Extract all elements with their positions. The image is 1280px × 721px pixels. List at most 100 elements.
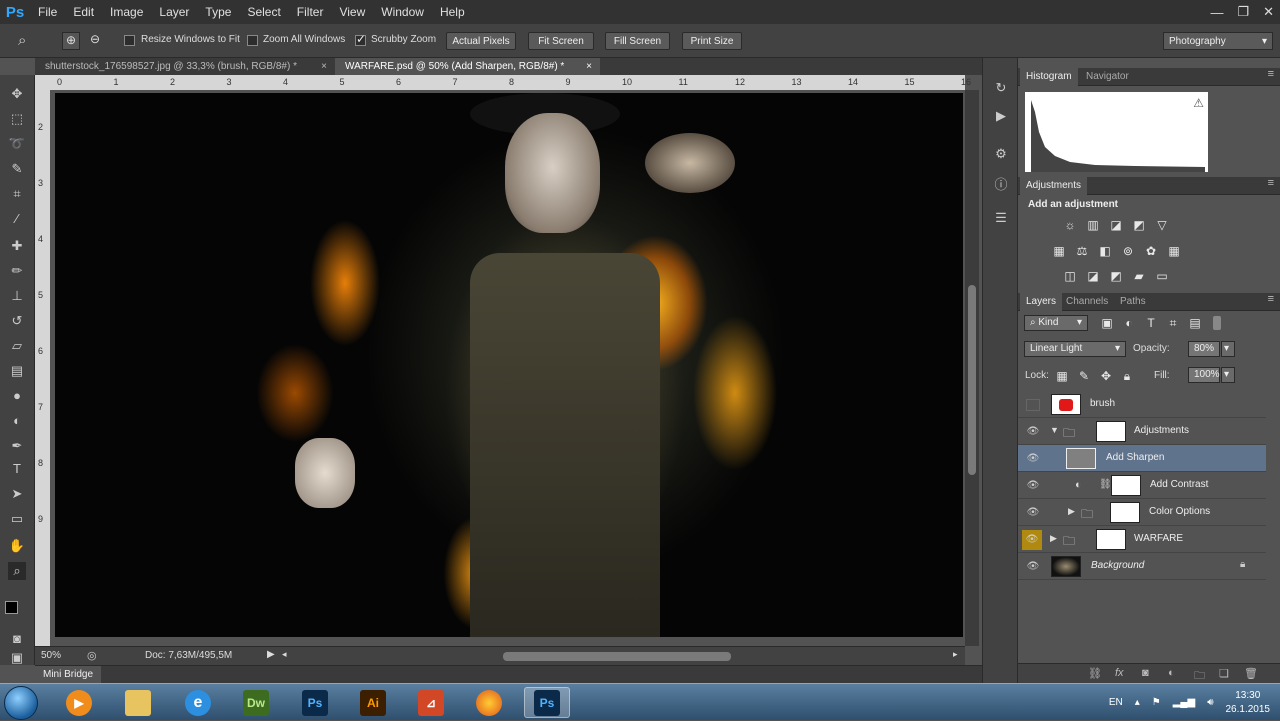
eye-icon[interactable]: 👁︎ <box>1022 530 1042 550</box>
blur-tool-icon[interactable]: ● <box>8 387 26 405</box>
fit-screen-button[interactable]: Fit Screen <box>528 32 594 50</box>
zoom-out-icon[interactable]: ⊖ <box>86 32 104 50</box>
expand-arrow-icon[interactable]: ▶ <box>1068 506 1075 517</box>
levels-icon[interactable]: ▥ <box>1086 218 1100 232</box>
panel-menu-icon[interactable]: ≡ <box>1268 68 1274 80</box>
flag-icon[interactable]: ⚑ <box>1152 697 1161 708</box>
type-tool-icon[interactable]: T <box>8 460 26 478</box>
pen-tool-icon[interactable]: ✒ <box>8 437 26 455</box>
filter-adjustment-icon[interactable]: ◐ <box>1122 316 1136 330</box>
tab-warfare[interactable]: WARFARE.psd @ 50% (Add Sharpen, RGB/8#) … <box>335 58 600 75</box>
layer-row-selected[interactable]: 👁︎ Add Sharpen <box>1018 445 1266 472</box>
tab-histogram[interactable]: Histogram <box>1020 68 1078 86</box>
menu-select[interactable]: Select <box>239 0 288 24</box>
crop-tool-icon[interactable]: ⌗ <box>8 185 26 203</box>
lock-pixels-icon[interactable]: ✎ <box>1077 369 1091 383</box>
print-size-button[interactable]: Print Size <box>682 32 742 50</box>
start-button[interactable] <box>4 686 38 720</box>
tab-shutterstock[interactable]: shutterstock_176598527.jpg @ 33,3% (brus… <box>35 58 335 75</box>
eraser-tool-icon[interactable]: ▱ <box>8 337 26 355</box>
properties-panel-icon[interactable]: ⚙ <box>992 146 1010 164</box>
lasso-tool-icon[interactable]: ➰ <box>8 135 26 153</box>
screen-mode-icon[interactable]: ▣ <box>8 649 26 667</box>
scrubby-zoom-checkbox[interactable] <box>355 32 366 46</box>
color-balance-icon[interactable]: ⚖ <box>1075 244 1089 258</box>
quick-mask-icon[interactable]: ◙ <box>8 630 26 648</box>
filter-shape-icon[interactable]: ⌗ <box>1166 316 1180 330</box>
filter-toggle-switch[interactable] <box>1213 316 1221 330</box>
menu-file[interactable]: File <box>30 0 65 24</box>
layer-row[interactable]: 👁︎ ◐ ⛓︎ Add Contrast <box>1018 472 1266 499</box>
layer-name[interactable]: Color Options <box>1149 506 1210 517</box>
filter-type-icon[interactable]: T <box>1144 316 1158 330</box>
layer-name[interactable]: Add Sharpen <box>1106 452 1164 463</box>
share-icon[interactable]: ◎ <box>87 649 97 662</box>
layer-row[interactable]: 👁︎ ▶ 🗀︎ WARFARE <box>1018 526 1266 553</box>
link-layers-icon[interactable]: ⛓︎ <box>1088 667 1102 680</box>
menu-window[interactable]: Window <box>373 0 432 24</box>
brightness-icon[interactable]: ☼ <box>1063 218 1077 232</box>
zoom-level[interactable]: 50% <box>41 650 61 661</box>
gradient-tool-icon[interactable]: ▤ <box>8 362 26 380</box>
tab-navigator[interactable]: Navigator <box>1080 68 1135 86</box>
clock[interactable]: 13:30 26.1.2015 <box>1226 689 1271 717</box>
resize-windows-checkbox[interactable] <box>124 35 135 46</box>
history-brush-tool-icon[interactable]: ↺ <box>8 312 26 330</box>
add-mask-icon[interactable]: ◙ <box>1142 667 1149 679</box>
marquee-tool-icon[interactable]: ⬚ <box>8 110 26 128</box>
eye-icon[interactable]: 👁︎ <box>1026 561 1040 573</box>
eye-icon[interactable]: 👁︎ <box>1026 453 1040 465</box>
link-icon[interactable]: ⛓︎ <box>1099 479 1112 490</box>
photoshop-button[interactable]: Ps <box>292 687 338 718</box>
actions-panel-icon[interactable]: ▶ <box>992 108 1010 126</box>
close-icon[interactable]: × <box>321 58 327 75</box>
explorer-button[interactable] <box>115 687 161 718</box>
panel-menu-icon[interactable]: ≡ <box>1268 293 1274 305</box>
layer-name[interactable]: Background <box>1091 560 1144 571</box>
fill-screen-button[interactable]: Fill Screen <box>605 32 670 50</box>
zoom-in-icon[interactable]: ⊕ <box>62 32 80 50</box>
foreground-color-swatch[interactable] <box>5 601 18 614</box>
eye-icon[interactable]: 👁︎ <box>1026 480 1040 492</box>
layer-name[interactable]: WARFARE <box>1134 533 1183 544</box>
layer-row[interactable]: 👁︎ Background 🔒︎ <box>1018 553 1266 580</box>
eyedropper-tool-icon[interactable]: ⁄ <box>8 210 26 228</box>
dodge-tool-icon[interactable]: ◐ <box>8 412 26 430</box>
filter-smart-object-icon[interactable]: ▤ <box>1188 316 1202 330</box>
panel-menu-icon[interactable]: ≡ <box>1268 177 1274 189</box>
mini-bridge-tab[interactable]: Mini Bridge <box>35 666 102 683</box>
move-tool-icon[interactable]: ✥ <box>8 85 26 103</box>
layer-row[interactable]: brush <box>1018 391 1266 418</box>
rectangle-tool-icon[interactable]: ▭ <box>8 510 26 528</box>
layer-name[interactable]: Add Contrast <box>1150 479 1208 490</box>
lock-all-icon[interactable]: 🔒︎ <box>1120 369 1134 383</box>
warning-icon[interactable]: ⚠ <box>1193 96 1204 110</box>
filter-pixel-icon[interactable]: ▣ <box>1100 316 1114 330</box>
vertical-scrollbar[interactable] <box>965 90 979 646</box>
canvas-area[interactable] <box>50 90 965 646</box>
workspace-select[interactable]: Photography ▾ <box>1163 32 1273 50</box>
photoshop-active-button[interactable]: Ps <box>524 687 570 718</box>
network-icon[interactable]: ▂▄▆ <box>1173 697 1195 708</box>
trash-icon[interactable]: 🗑︎ <box>1244 667 1258 680</box>
media-player-button[interactable]: ▶ <box>56 687 102 718</box>
threshold-icon[interactable]: ◩ <box>1109 269 1123 283</box>
hue-saturation-icon[interactable]: ▦ <box>1052 244 1066 258</box>
eye-icon[interactable]: 👁︎ <box>1026 426 1040 438</box>
status-menu-arrow-icon[interactable]: ▶ <box>267 649 275 660</box>
vibrance-icon[interactable]: ▽ <box>1155 218 1169 232</box>
dreamweaver-button[interactable]: Dw <box>233 687 279 718</box>
layer-name[interactable]: Adjustments <box>1134 425 1189 436</box>
new-layer-icon[interactable]: ❏ <box>1219 667 1229 680</box>
menu-layer[interactable]: Layer <box>151 0 197 24</box>
posterize-icon[interactable]: ◪ <box>1086 269 1100 283</box>
layer-filter-select[interactable]: ⌕ Kind ▾ <box>1024 315 1088 331</box>
brush-tool-icon[interactable]: ✏ <box>8 262 26 280</box>
menu-edit[interactable]: Edit <box>65 0 102 24</box>
lock-position-icon[interactable]: ✥ <box>1099 369 1113 383</box>
horizontal-scroll-thumb[interactable] <box>503 652 731 661</box>
internet-explorer-button[interactable]: e <box>175 687 221 718</box>
gradient-map-icon[interactable]: ▭ <box>1155 269 1169 283</box>
zoom-all-checkbox[interactable] <box>247 35 258 46</box>
minimize-button[interactable]: — <box>1210 5 1223 20</box>
